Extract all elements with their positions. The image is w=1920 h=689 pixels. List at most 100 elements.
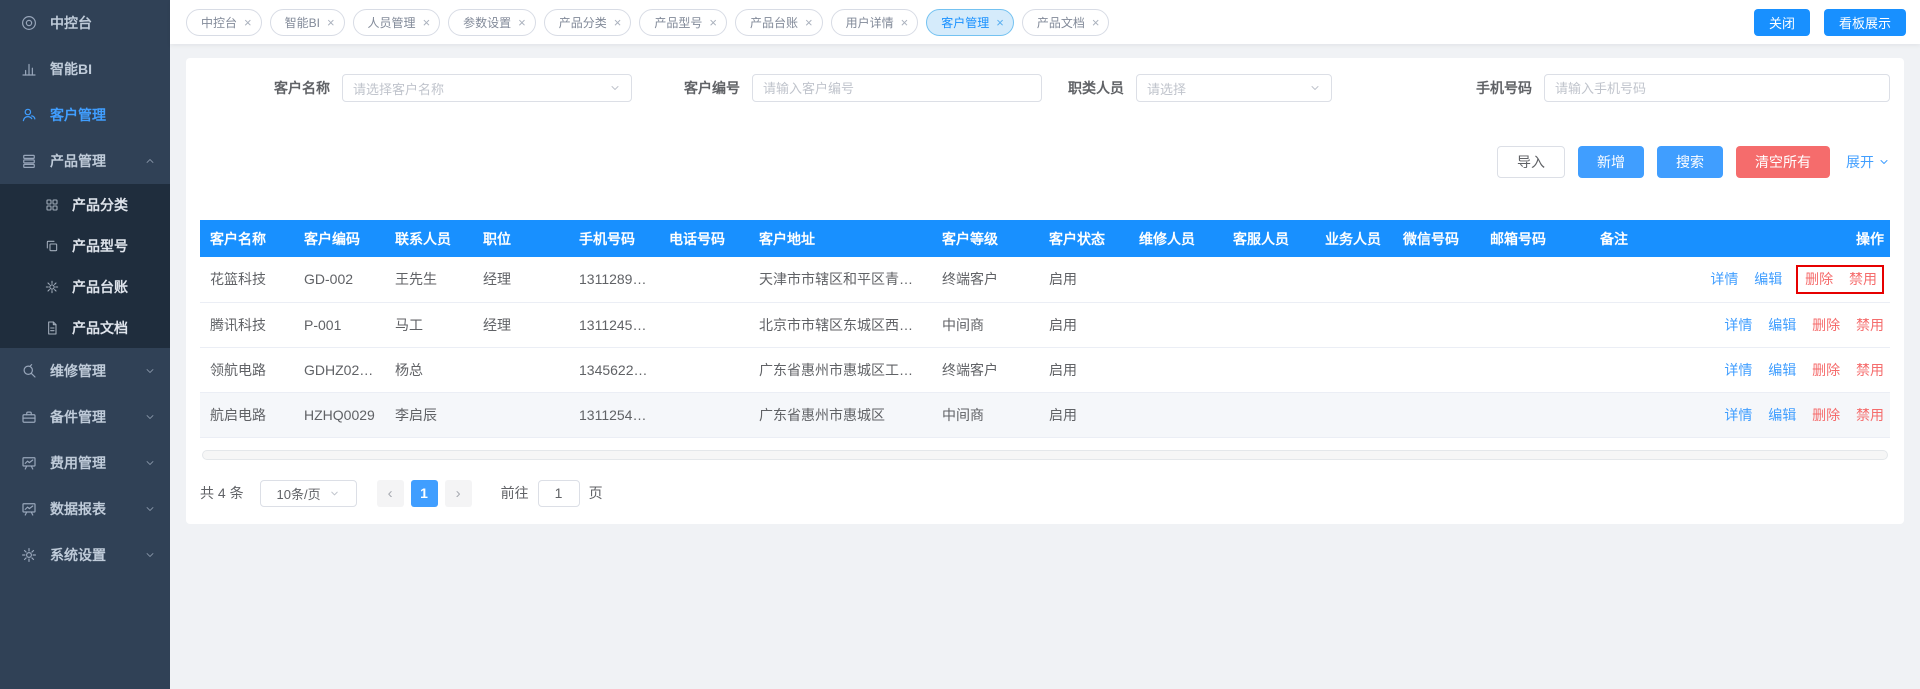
sidebar-item-product-ledger[interactable]: 产品台账 — [0, 266, 170, 307]
sidebar-item-settings[interactable]: 系统设置 — [0, 532, 170, 578]
customer-card: 客户名称 请选择客户名称 客户编号 职类人员 请选择 — [186, 58, 1904, 524]
table-cell — [1223, 257, 1315, 302]
disable-link[interactable]: 禁用 — [1856, 317, 1884, 333]
close-icon[interactable]: × — [244, 16, 252, 29]
filter-staff-type: 职类人员 请选择 — [1068, 74, 1332, 102]
sidebar: 中控台 智能BI 客户管理 产品管理 产品分类 产品型号 — [0, 0, 170, 689]
table-cell — [1393, 347, 1480, 392]
column-header: 维修人员 — [1129, 220, 1223, 257]
table-cell: 经理 — [473, 257, 569, 302]
close-icon[interactable]: × — [614, 16, 622, 29]
close-icon[interactable]: × — [518, 16, 526, 29]
add-button[interactable]: 新增 — [1578, 146, 1644, 178]
close-icon[interactable]: × — [805, 16, 813, 29]
filter-form: 客户名称 请选择客户名称 客户编号 职类人员 请选择 — [200, 74, 1890, 102]
table-cell — [1315, 302, 1393, 347]
disable-link[interactable]: 禁用 — [1856, 362, 1884, 378]
close-icon[interactable]: × — [1092, 16, 1100, 29]
sidebar-item-label: 客户管理 — [50, 105, 106, 125]
table-cell: 启用 — [1039, 347, 1129, 392]
prev-page-button[interactable]: ‹ — [377, 480, 404, 507]
chevron-up-icon — [144, 155, 156, 167]
next-page-button[interactable]: › — [445, 480, 472, 507]
sidebar-item-expense[interactable]: 费用管理 — [0, 440, 170, 486]
tab-bi[interactable]: 智能BI× — [270, 9, 345, 36]
horizontal-scrollbar[interactable] — [202, 450, 1888, 460]
detail-link[interactable]: 详情 — [1724, 317, 1752, 333]
import-button[interactable]: 导入 — [1497, 146, 1565, 178]
detail-link[interactable]: 详情 — [1724, 362, 1752, 378]
table-cell — [1480, 257, 1590, 302]
toolbox-icon — [20, 408, 38, 426]
table-cell — [1223, 347, 1315, 392]
tab-product-model[interactable]: 产品型号× — [639, 9, 727, 36]
close-icon[interactable]: × — [709, 16, 717, 29]
close-icon[interactable]: × — [901, 16, 909, 29]
sidebar-item-product-category[interactable]: 产品分类 — [0, 184, 170, 225]
tab-product-category[interactable]: 产品分类× — [544, 9, 632, 36]
table-cell — [1315, 392, 1393, 437]
sidebar-item-console[interactable]: 中控台 — [0, 0, 170, 46]
sidebar-item-product[interactable]: 产品管理 — [0, 138, 170, 184]
magnifier-icon — [20, 362, 38, 380]
search-button[interactable]: 搜索 — [1657, 146, 1723, 178]
phone-input[interactable] — [1544, 74, 1890, 102]
staff-type-select[interactable]: 请选择 — [1136, 74, 1332, 102]
delete-link[interactable]: 删除 — [1812, 362, 1840, 378]
sidebar-item-product-model[interactable]: 产品型号 — [0, 225, 170, 266]
close-page-button[interactable]: 关闭 — [1754, 9, 1810, 36]
table-cell: 天津市市辖区和平区青年路 — [749, 257, 932, 302]
delete-link[interactable]: 删除 — [1812, 317, 1840, 333]
tab-user-detail[interactable]: 用户详情× — [831, 9, 919, 36]
filter-phone: 手机号码 — [1476, 74, 1890, 102]
close-icon[interactable]: × — [996, 16, 1004, 29]
column-header: 客户等级 — [932, 220, 1039, 257]
detail-link[interactable]: 详情 — [1724, 407, 1752, 423]
detail-link[interactable]: 详情 — [1710, 271, 1738, 287]
sidebar-item-label: 中控台 — [50, 13, 92, 33]
goto-page-input[interactable] — [538, 480, 580, 507]
edit-link[interactable]: 编辑 — [1768, 317, 1796, 333]
table-cell: 领航电路 — [200, 347, 294, 392]
sidebar-item-product-docs[interactable]: 产品文档 — [0, 307, 170, 348]
disable-link[interactable]: 禁用 — [1849, 271, 1877, 287]
table-cell — [1223, 392, 1315, 437]
sidebar-item-label: 产品文档 — [72, 318, 128, 338]
board-display-button[interactable]: 看板展示 — [1824, 9, 1906, 36]
tab-product-ledger[interactable]: 产品台账× — [735, 9, 823, 36]
tab-params[interactable]: 参数设置× — [448, 9, 536, 36]
page-size-select[interactable]: 10条/页 — [260, 480, 357, 507]
document-icon — [44, 320, 60, 336]
tab-customer-mgmt[interactable]: 客户管理× — [926, 9, 1014, 36]
sidebar-item-repair[interactable]: 维修管理 — [0, 348, 170, 394]
current-page[interactable]: 1 — [411, 480, 438, 507]
tab-personnel[interactable]: 人员管理× — [353, 9, 441, 36]
close-icon[interactable]: × — [423, 16, 431, 29]
row-actions: 详情 编辑 删除 禁用 — [1685, 257, 1890, 302]
sidebar-item-label: 智能BI — [50, 59, 92, 79]
table-cell: 广东省惠州市惠城区工业城 — [749, 347, 932, 392]
table-cell: 终端客户 — [932, 257, 1039, 302]
table-row: 腾讯科技 P-001 马工 经理 131124542... 北京市市辖区东城区西… — [200, 302, 1890, 347]
sidebar-item-spare-parts[interactable]: 备件管理 — [0, 394, 170, 440]
edit-link[interactable]: 编辑 — [1768, 362, 1796, 378]
delete-link[interactable]: 删除 — [1812, 407, 1840, 423]
tab-product-docs[interactable]: 产品文档× — [1022, 9, 1110, 36]
chevron-down-icon — [1878, 156, 1890, 168]
sidebar-item-reports[interactable]: 数据报表 — [0, 486, 170, 532]
tab-console[interactable]: 中控台× — [186, 9, 262, 36]
table-row: 花篮科技 GD-002 王先生 经理 131128942... 天津市市辖区和平… — [200, 257, 1890, 302]
sidebar-item-customer[interactable]: 客户管理 — [0, 92, 170, 138]
clear-all-button[interactable]: 清空所有 — [1736, 146, 1830, 178]
edit-link[interactable]: 编辑 — [1754, 271, 1782, 287]
table-cell — [1590, 347, 1685, 392]
disable-link[interactable]: 禁用 — [1856, 407, 1884, 423]
column-header: 微信号码 — [1393, 220, 1480, 257]
edit-link[interactable]: 编辑 — [1768, 407, 1796, 423]
close-icon[interactable]: × — [327, 16, 335, 29]
sidebar-item-bi[interactable]: 智能BI — [0, 46, 170, 92]
customer-code-input[interactable] — [752, 74, 1042, 102]
delete-link[interactable]: 删除 — [1805, 271, 1833, 287]
customer-name-select[interactable]: 请选择客户名称 — [342, 74, 632, 102]
expand-toggle[interactable]: 展开 — [1846, 152, 1890, 172]
